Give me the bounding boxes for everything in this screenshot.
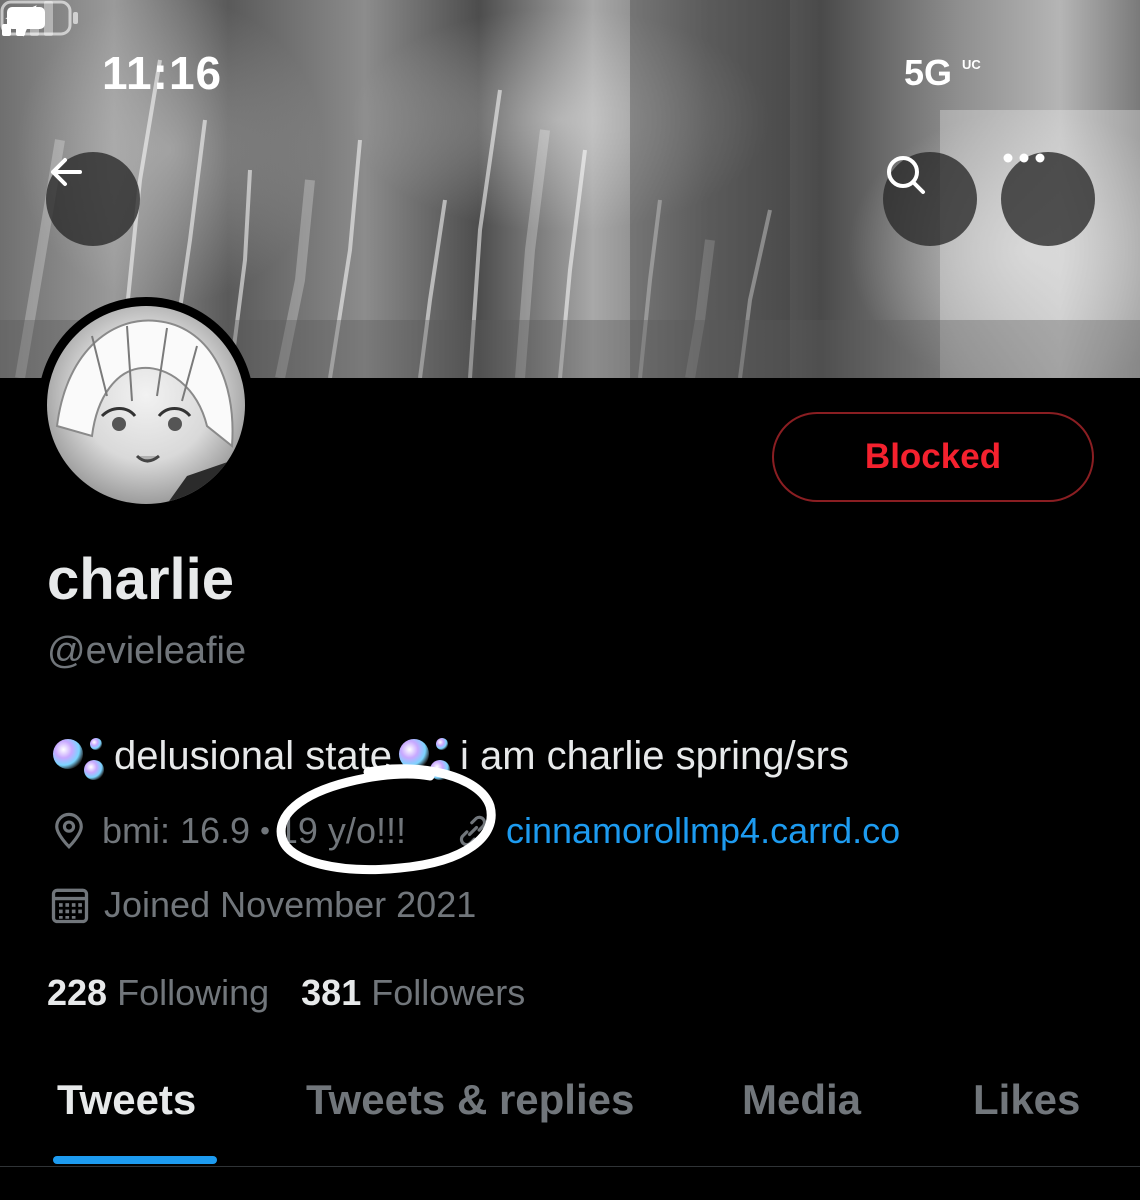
battery-icon <box>0 0 78 36</box>
bubbles-icon <box>53 738 104 780</box>
profile-tabs: Tweets Tweets & replies Media Likes <box>0 1060 1140 1168</box>
active-tab-indicator <box>53 1156 217 1164</box>
joined-text: Joined November 2021 <box>104 884 477 925</box>
network-type: 5G <box>904 52 953 93</box>
location-separator: • <box>260 815 270 846</box>
tab-tweets-and-replies[interactable]: Tweets & replies <box>306 1076 634 1136</box>
bio: delusional state i am charlie spring/srs <box>50 726 849 786</box>
search-button[interactable] <box>883 152 977 246</box>
following-label: Following <box>117 972 270 1013</box>
handle: @evieleafie <box>47 630 247 672</box>
location-pin-icon <box>55 812 83 849</box>
tab-tweets[interactable]: Tweets <box>57 1076 196 1136</box>
profile-meta: bmi: 16.9 • 19 y/o!!! cinnamorollmp4.car… <box>48 808 900 854</box>
website-link[interactable]: cinnamorollmp4.carrd.co <box>506 810 900 852</box>
followers-label: Followers <box>371 972 526 1013</box>
follow-stats: 228 Following 381 Followers <box>47 968 525 1018</box>
back-arrow-icon <box>51 158 82 186</box>
bubbles-icon <box>398 738 450 780</box>
network-suffix: UC <box>962 57 981 72</box>
more-icon <box>1003 153 1045 163</box>
tab-media[interactable]: Media <box>742 1076 861 1136</box>
avatar-illustration <box>55 319 245 504</box>
status-time: 11:16 <box>102 47 223 99</box>
back-button[interactable] <box>46 152 140 246</box>
following-count: 228 <box>47 972 108 1013</box>
search-icon <box>887 156 925 194</box>
age-note: 19 y/o!!! <box>277 810 406 851</box>
profile-screen: 11:16 5G UC Blocked charlie @evieleafie … <box>0 0 1140 1200</box>
tab-likes[interactable]: Likes <box>973 1076 1080 1136</box>
location-text: bmi: 16.9 <box>102 810 251 851</box>
avatar-image <box>47 306 245 504</box>
bio-text-part1: delusional state <box>114 733 392 778</box>
followers-count: 381 <box>301 972 362 1013</box>
joined-date: Joined November 2021 <box>48 882 476 928</box>
display-name: charlie <box>47 547 234 612</box>
more-button[interactable] <box>1001 152 1095 246</box>
bio-text-part2: i am charlie spring/srs <box>459 733 849 778</box>
avatar[interactable] <box>38 297 254 513</box>
tabs-divider <box>0 1166 1140 1167</box>
following-link[interactable]: 228 Following <box>47 972 269 1014</box>
link-icon <box>459 815 487 847</box>
followers-link[interactable]: 381 Followers <box>301 972 525 1014</box>
calendar-icon <box>51 888 89 924</box>
blocked-button[interactable]: Blocked <box>772 412 1094 502</box>
